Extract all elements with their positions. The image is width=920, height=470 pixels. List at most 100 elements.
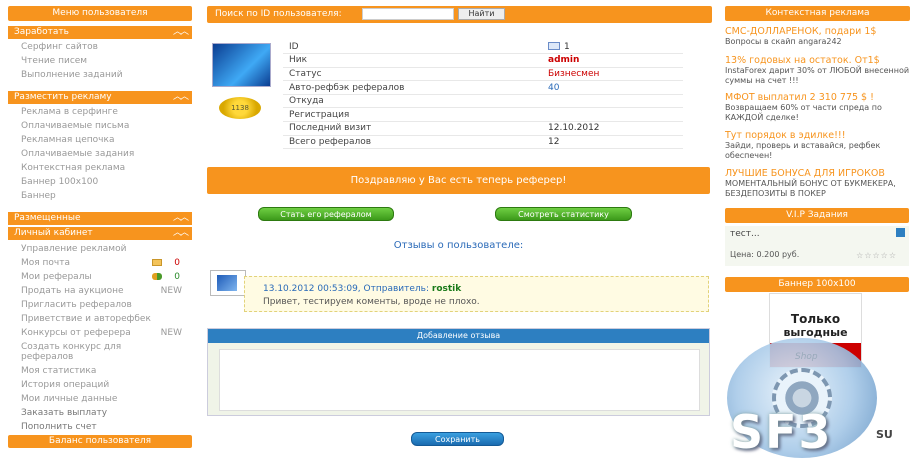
review-sender-link[interactable]: rostik — [432, 284, 461, 294]
rating-badge: 1138 — [219, 97, 261, 119]
table-row: Откуда — [283, 94, 683, 109]
ad-item[interactable]: МФОТ выплатил 2 310 775 $ ! Возвращаем 6… — [725, 92, 910, 123]
envelope-icon — [152, 259, 162, 266]
menu-item-history[interactable]: История операций — [8, 378, 192, 392]
add-review-header: Добавление отзыва — [208, 329, 709, 343]
row-value: admin — [548, 53, 683, 68]
ad-desc: Зайди, проверь и вставайся, рефбек обесп… — [725, 141, 881, 160]
menu-item-contests-label: Конкурсы от реферера — [21, 328, 131, 338]
ad-desc: МОМЕНТАЛЬНЫЙ БОНУС ОТ БУКМЕКЕРА, БЕЗДЕПО… — [725, 179, 896, 198]
section-cabinet-label: Личный кабинет — [14, 228, 93, 238]
search-input[interactable] — [362, 8, 454, 20]
banner-header: Баннер 100x100 — [725, 277, 909, 292]
row-value: 40 — [548, 80, 683, 95]
review-textarea[interactable] — [219, 349, 700, 411]
ad-title[interactable]: ЛУЧШИЕ БОНУСА ДЛЯ ИГРОКОВ — [725, 168, 910, 179]
rating-stars-icon: ☆☆☆☆☆ — [856, 251, 897, 260]
row-value — [548, 107, 683, 123]
ad-item[interactable]: 13% годовых на остаток. От1$ InstaForex … — [725, 55, 910, 86]
section-earn[interactable]: Заработать ︿︿ — [8, 26, 192, 39]
vip-header: V.I.P Задания — [725, 208, 909, 223]
menu-item-read-mail[interactable]: Чтение писем — [8, 54, 192, 68]
ad-desc: Возвращаем 60% от части спреда по КАЖДОЙ… — [725, 103, 882, 122]
row-value: 12 — [548, 135, 683, 150]
watermark-shop-text: Shop — [795, 352, 818, 362]
menu-item-ad-banner100[interactable]: Баннер 100x100 — [8, 175, 192, 189]
ad-item[interactable]: ЛУЧШИЕ БОНУСА ДЛЯ ИГРОКОВ МОМЕНТАЛЬНЫЙ Б… — [725, 168, 910, 199]
ad-item[interactable]: Тут порядок в эдилке!!! Зайди, проверь и… — [725, 130, 910, 161]
menu-item-ad-mail[interactable]: Оплачиваемые письма — [8, 119, 192, 133]
reviews-title: Отзывы о пользователе: — [393, 240, 524, 251]
right-sidebar: Контекстная реклама СМС-ДОЛЛАРЕНОК, пода… — [725, 6, 910, 199]
menu-item-personal[interactable]: Мои личные данные — [8, 392, 192, 406]
section-placed-label: Размещенные — [14, 213, 81, 223]
review-text: Привет, тестируем коменты, вроде не плох… — [263, 297, 480, 307]
chevron-up-icon[interactable]: ︿︿ — [173, 91, 189, 104]
menu-item-invite[interactable]: Пригласить рефералов — [8, 298, 192, 312]
menu-item-payout[interactable]: Заказать выплату — [8, 406, 192, 420]
ad-title[interactable]: МФОТ выплатил 2 310 775 $ ! — [725, 92, 910, 103]
ad-title[interactable]: Тут порядок в эдилке!!! — [725, 130, 910, 141]
congrats-banner: Поздравляю у Вас есть теперь реферер! — [207, 167, 710, 194]
row-label: ID — [283, 40, 548, 55]
review-meta: 13.10.2012 00:53:09, Отправитель: rostik — [263, 284, 461, 294]
menu-item-ad-tasks[interactable]: Оплачиваемые задания — [8, 147, 192, 161]
menu-item-ad-surfing[interactable]: Реклама в серфинге — [8, 105, 192, 119]
context-ads-header: Контекстная реклама — [725, 6, 910, 21]
search-button[interactable]: Найти — [458, 8, 505, 20]
row-label: Откуда — [283, 94, 548, 109]
vip-task-name[interactable]: тест... — [730, 229, 760, 239]
table-row: ID 1 — [283, 40, 683, 55]
menu-item-auction[interactable]: Продать на аукционе NEW — [8, 284, 192, 298]
table-row: Статус Бизнесмен — [283, 67, 683, 82]
section-earn-label: Заработать — [14, 27, 69, 37]
section-cabinet[interactable]: Личный кабинет ︿︿ — [8, 227, 192, 240]
balance-header[interactable]: Баланс пользователя — [8, 435, 192, 448]
add-review-form: Добавление отзыва — [207, 328, 710, 416]
section-placed[interactable]: Размещенные ︿︿ — [8, 212, 192, 225]
menu-item-contests[interactable]: Конкурсы от реферера NEW — [8, 326, 192, 340]
table-row: Регистрация — [283, 107, 683, 123]
chevron-up-icon[interactable]: ︿︿ — [173, 26, 189, 39]
menu-item-my-mail-label: Моя почта — [21, 258, 71, 268]
profile-table: ID 1 Ник admin Статус Бизнесмен Авто-реф… — [283, 40, 683, 150]
vip-task[interactable]: тест... Цена: 0.200 руб. ☆☆☆☆☆ — [725, 226, 909, 266]
chevron-up-icon[interactable]: ︿︿ — [173, 212, 189, 225]
menu-item-my-referrals[interactable]: Мои рефералы 0 — [8, 270, 192, 284]
menu-item-ad-context[interactable]: Контекстная реклама — [8, 161, 192, 175]
menu-item-create-contest[interactable]: Создать конкурс для рефералов — [8, 340, 138, 364]
save-button[interactable]: Сохранить — [411, 432, 504, 446]
cabinet-items: Управление рекламой Моя почта 0 Мои рефе… — [8, 240, 192, 434]
become-referral-button[interactable]: Стать его рефералом — [258, 207, 394, 221]
pin-icon — [896, 228, 905, 237]
banner-line2: выгодные — [783, 326, 848, 339]
row-label: Регистрация — [283, 107, 548, 123]
earn-items: Серфинг сайтов Чтение писем Выполнение з… — [8, 39, 192, 82]
menu-item-ad-chain[interactable]: Рекламная цепочка — [8, 133, 192, 147]
avatar-image — [217, 275, 237, 291]
menu-item-stats[interactable]: Моя статистика — [8, 364, 192, 378]
ad-item[interactable]: СМС-ДОЛЛАРЕНОК, подари 1$ Вопросы в скай… — [725, 26, 910, 47]
table-row: Ник admin — [283, 53, 683, 68]
row-label: Статус — [283, 67, 548, 82]
menu-item-surfing[interactable]: Серфинг сайтов — [8, 40, 192, 54]
ad-title[interactable]: 13% годовых на остаток. От1$ — [725, 55, 910, 66]
row-label: Авто-рефбэк рефералов — [283, 80, 548, 95]
section-advertise-label: Разместить рекламу — [14, 92, 112, 102]
menu-item-my-referrals-label: Мои рефералы — [21, 272, 92, 282]
menu-item-manage-ads[interactable]: Управление рекламой — [8, 242, 192, 256]
menu-item-tasks[interactable]: Выполнение заданий — [8, 68, 192, 82]
table-row: Всего рефералов 12 — [283, 135, 683, 150]
menu-item-my-mail[interactable]: Моя почта 0 — [8, 256, 192, 270]
menu-item-ad-banner[interactable]: Баннер — [8, 189, 192, 203]
ad-title[interactable]: СМС-ДОЛЛАРЕНОК, подари 1$ — [725, 26, 910, 37]
section-advertise[interactable]: Разместить рекламу ︿︿ — [8, 91, 192, 104]
row-value: 1 — [564, 41, 570, 52]
chevron-up-icon[interactable]: ︿︿ — [173, 227, 189, 240]
view-stats-button[interactable]: Смотреть статистику — [495, 207, 632, 221]
watermark-brand: SF3 — [730, 405, 833, 459]
menu-item-greeting[interactable]: Приветствие и авторефбек — [8, 312, 192, 326]
menu-item-topup[interactable]: Пополнить счет — [8, 420, 192, 434]
referrals-count: 0 — [174, 272, 180, 282]
message-icon[interactable] — [548, 42, 560, 51]
